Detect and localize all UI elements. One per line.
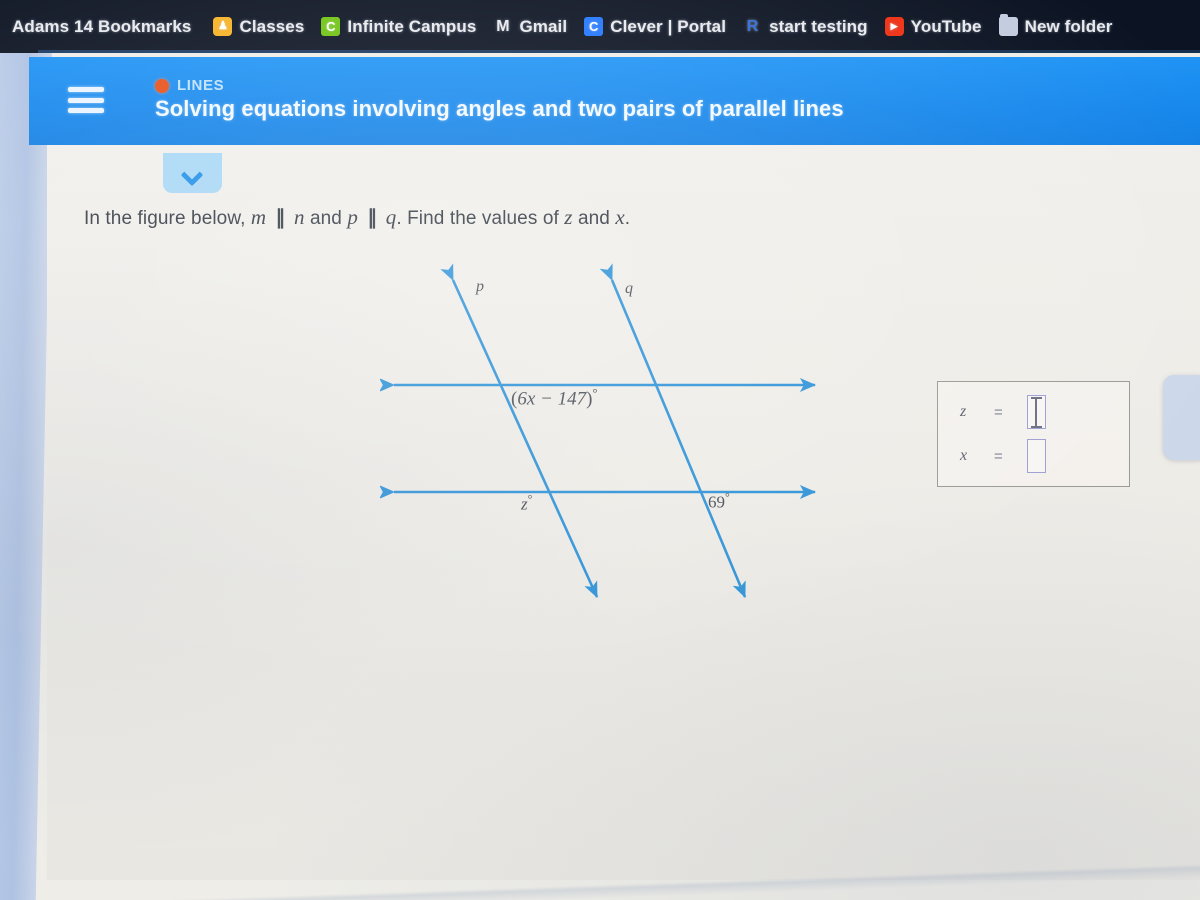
- gmail-icon: M: [496, 17, 510, 35]
- bookmark-gmail[interactable]: M Gmail: [493, 17, 567, 37]
- prompt-line-n: n: [293, 205, 305, 229]
- bookmark-label: Clever | Portal: [610, 16, 727, 36]
- equals-sign: =: [994, 447, 1003, 465]
- prompt-var-x: x: [615, 205, 625, 229]
- answer-row-z: z =: [960, 395, 1046, 429]
- infinite-campus-icon: C: [321, 17, 341, 36]
- question-prompt: In the figure below, m ∥ n and p ∥ q. Fi…: [84, 205, 630, 230]
- hamburger-menu-icon[interactable]: [68, 87, 104, 113]
- bookmark-label: Gmail: [519, 16, 568, 36]
- bookmark-label: YouTube: [910, 16, 982, 36]
- bookmark-label: Adams 14 Bookmarks: [12, 16, 192, 36]
- figure-angle-z-text: z: [521, 494, 528, 514]
- start-testing-icon: R: [746, 17, 759, 35]
- figure-angle-expression: (6x − 147)°: [511, 385, 598, 410]
- prompt-text-after: . Find the values of: [396, 208, 559, 229]
- answer-variable-label: z: [960, 403, 967, 420]
- bookmark-label: Infinite Campus: [347, 16, 477, 36]
- collapse-header-tab[interactable]: [163, 153, 222, 193]
- screen-capture: Adams 14 Bookmarks ♟ Classes C Infinite …: [0, 0, 1200, 900]
- answer-panel: z = x =: [937, 381, 1130, 487]
- prompt-line-q: q: [385, 205, 397, 229]
- folder-icon: [998, 14, 1018, 36]
- lesson-category-label: LINES: [177, 77, 225, 94]
- lesson-header-bar: LINES Solving equations involving angles…: [29, 57, 1200, 145]
- bookmark-start-testing[interactable]: R start testing: [743, 17, 868, 37]
- clever-icon: C: [584, 17, 604, 36]
- youtube-icon: ▶: [884, 17, 904, 36]
- parallel-symbol-icon: ∥: [367, 207, 377, 229]
- bookmark-youtube[interactable]: ▶ YouTube: [884, 16, 982, 37]
- hamburger-line: [68, 87, 104, 92]
- page-title: Solving equations involving angles and t…: [155, 96, 844, 121]
- geometry-figure: p q (6x − 147)° z° 69°: [380, 258, 850, 618]
- browser-bookmarks-bar: Adams 14 Bookmarks ♟ Classes C Infinite …: [0, 0, 1200, 53]
- bookmark-infinite-campus[interactable]: C Infinite Campus: [321, 17, 476, 37]
- action-button[interactable]: [1163, 375, 1200, 460]
- figure-label-q: q: [625, 280, 633, 297]
- bookmark-adams-14-bookmarks[interactable]: Adams 14 Bookmarks: [12, 17, 191, 37]
- answer-variable-label: x: [960, 447, 968, 464]
- answer-row-x: x =: [960, 439, 1046, 473]
- prompt-period: .: [624, 208, 631, 229]
- prompt-and: and: [577, 208, 610, 229]
- classes-icon: ♟: [213, 17, 233, 36]
- answer-input-z[interactable]: [1026, 395, 1046, 429]
- bookmark-classes[interactable]: ♟ Classes: [213, 17, 304, 37]
- answer-input-x[interactable]: [1026, 439, 1046, 473]
- bookmark-label: New folder: [1024, 16, 1113, 36]
- prompt-line-p: p: [347, 205, 358, 229]
- figure-angle-z: z°: [521, 492, 532, 515]
- lesson-meta: LINES Solving equations involving angles…: [155, 77, 844, 122]
- figure-angle-69-text: 69: [708, 492, 725, 512]
- parallel-lines-diagram: [380, 263, 817, 598]
- prompt-line-m: m: [250, 205, 267, 229]
- figure-label-p: p: [476, 278, 484, 295]
- bookmark-new-folder[interactable]: New folder: [998, 14, 1113, 37]
- hamburger-line: [68, 108, 104, 113]
- bookmark-label: Classes: [239, 16, 305, 36]
- degree-symbol-icon: °: [527, 492, 533, 506]
- figure-angle-69: 69°: [708, 490, 730, 513]
- bookmark-label: start testing: [769, 16, 868, 36]
- transversal-line-q: [599, 263, 747, 598]
- lesson-category: LINES: [155, 77, 844, 94]
- hamburger-line: [68, 97, 104, 103]
- prompt-conjunction: and: [309, 208, 342, 229]
- transversal-line-p: [440, 263, 599, 598]
- degree-symbol-icon: °: [592, 385, 598, 400]
- page-left-margin: [0, 53, 52, 900]
- figure-angle-expression-text: 6x − 147: [517, 388, 587, 410]
- equals-sign: =: [994, 403, 1003, 421]
- bookmark-clever-portal[interactable]: C Clever | Portal: [584, 17, 726, 37]
- degree-symbol-icon: °: [725, 490, 730, 504]
- chevron-down-icon: [182, 167, 204, 180]
- prompt-text-before: In the figure below,: [84, 208, 246, 229]
- parallel-symbol-icon: ∥: [275, 207, 286, 229]
- lesson-status-dot-icon: [155, 78, 169, 93]
- prompt-var-z: z: [564, 205, 573, 229]
